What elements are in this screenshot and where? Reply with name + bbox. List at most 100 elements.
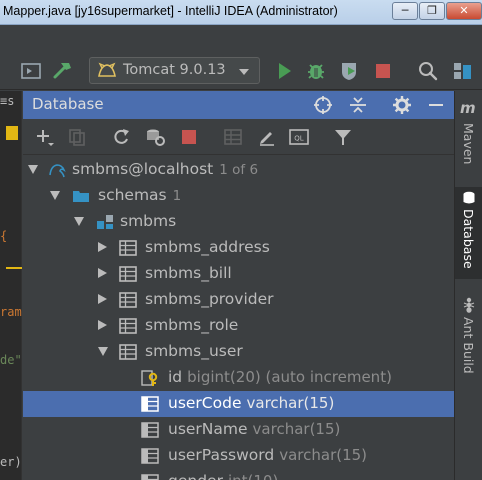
tree-label: smbms_bill — [145, 264, 232, 282]
mysql-datasource-icon — [49, 164, 66, 178]
expand-arrow-icon[interactable] — [98, 320, 107, 330]
side-tab-label: Database — [461, 209, 476, 269]
tab-database[interactable]: Database — [455, 187, 482, 279]
edit-icon[interactable] — [257, 127, 277, 147]
table-icon — [119, 344, 137, 360]
primary-key-column-icon — [141, 370, 158, 386]
code-fragment: { — [0, 229, 8, 243]
debug-icon[interactable] — [305, 60, 327, 82]
table-icon — [119, 318, 137, 334]
run-icon[interactable] — [273, 60, 295, 82]
expand-arrow-icon[interactable] — [98, 242, 107, 252]
tree-node-table[interactable]: smbms_bill — [23, 261, 454, 287]
expand-arrow-icon[interactable] — [28, 165, 38, 174]
tree-label: userCode varchar(15) — [168, 394, 335, 412]
svg-text:QL: QL — [294, 135, 304, 143]
tree-label: smbms_user — [145, 342, 243, 360]
collapse-all-icon[interactable] — [348, 95, 368, 115]
expand-arrow-icon[interactable] — [50, 191, 60, 200]
tree-node-table[interactable]: smbms_address — [23, 235, 454, 261]
run-configuration-label: Tomcat 9.0.13 — [123, 62, 226, 78]
tree-label: smbms_role — [145, 316, 239, 334]
tree-node-column[interactable]: genderint(10) — [23, 469, 454, 480]
tree-node-schemas[interactable]: schemas 1 — [23, 183, 454, 209]
expand-arrow-icon[interactable] — [98, 294, 107, 304]
editor-underline — [6, 267, 22, 269]
table-icon — [119, 292, 137, 308]
code-fragment: de" — [0, 353, 22, 367]
tomcat-icon — [98, 62, 116, 77]
dropdown-arrow-icon — [239, 69, 249, 75]
side-tab-label: Ant Build — [461, 317, 476, 374]
run-configuration-selector[interactable]: Tomcat 9.0.13 — [89, 57, 260, 84]
tree-label: smbms — [120, 212, 177, 230]
tree-label: genderint(10) — [168, 472, 278, 480]
tab-ant-build[interactable]: Ant Build — [455, 295, 482, 385]
expand-arrow-icon[interactable] — [98, 347, 108, 356]
sql-console-icon[interactable]: QL — [289, 127, 309, 147]
database-tool-window: Database QL smbms@localhost 1 of 6 schem… — [23, 91, 454, 480]
duplicate-icon[interactable] — [67, 127, 87, 147]
add-datasource-icon[interactable] — [34, 127, 54, 147]
editor-marker — [6, 126, 18, 140]
coverage-icon[interactable] — [338, 60, 360, 82]
tree-node-column[interactable]: id bigint(20) (auto increment) — [23, 365, 454, 391]
column-icon — [141, 474, 159, 480]
tree-node-column[interactable]: userName varchar(15) — [23, 417, 454, 443]
filter-icon[interactable] — [333, 127, 353, 147]
editor-tab-fragment: ≡s — [0, 94, 15, 108]
select-opened-file-icon[interactable] — [20, 60, 42, 82]
schema-settings-icon[interactable] — [145, 127, 165, 147]
hide-panel-icon[interactable] — [426, 95, 446, 115]
refresh-icon[interactable] — [111, 127, 131, 147]
minimize-button[interactable]: ─ — [392, 2, 418, 20]
database-actions-toolbar: QL — [23, 119, 454, 155]
panel-title: Database — [32, 95, 104, 113]
column-icon — [141, 396, 159, 412]
maximize-button[interactable]: ❐ — [419, 2, 445, 20]
stop-query-icon[interactable] — [179, 127, 199, 147]
close-button[interactable]: ✕ — [446, 2, 482, 20]
tree-label: userPassword varchar(15) — [168, 446, 368, 464]
tree-label: schemas 1 — [98, 186, 182, 204]
tree-node-column[interactable]: userCode varchar(15) — [23, 391, 454, 417]
database-tree: smbms@localhost 1 of 6 schemas 1 smbms s… — [23, 157, 454, 480]
expand-arrow-icon[interactable] — [98, 268, 107, 278]
expand-arrow-icon[interactable] — [74, 217, 84, 226]
side-tab-label: Maven — [461, 123, 476, 165]
code-fragment: er) — [0, 455, 22, 469]
tree-label: smbms_provider — [145, 290, 274, 308]
tree-label: smbms_address — [145, 238, 270, 256]
database-panel-header: Database — [23, 91, 454, 119]
crosshair-icon[interactable] — [313, 95, 333, 115]
code-fragment: ram — [0, 305, 22, 319]
tab-maven[interactable]: m Maven — [455, 97, 482, 177]
table-view-icon[interactable] — [223, 127, 243, 147]
right-tool-stripe: m Maven Database Ant Build — [454, 91, 482, 480]
window-title: Mapper.java [jy16supermarket] - IntelliJ… — [3, 4, 338, 18]
tree-node-schema[interactable]: smbms — [23, 209, 454, 235]
stop-icon[interactable] — [372, 60, 394, 82]
tree-node-table[interactable]: smbms_user — [23, 339, 454, 365]
table-icon — [119, 240, 137, 256]
maven-icon: m — [460, 99, 476, 117]
tree-label: id bigint(20) (auto increment) — [168, 368, 392, 386]
build-hammer-icon[interactable] — [52, 60, 74, 82]
column-icon — [141, 422, 159, 438]
tree-node-table[interactable]: smbms_role — [23, 313, 454, 339]
ant-icon — [463, 297, 475, 313]
tree-label: smbms@localhost 1 of 6 — [72, 160, 259, 178]
editor-gutter: ≡s { ram de" er) — [0, 91, 22, 480]
tree-node-table[interactable]: smbms_provider — [23, 287, 454, 313]
search-icon[interactable] — [417, 60, 439, 82]
schema-icon — [97, 215, 113, 229]
database-icon — [463, 191, 475, 204]
tree-node-column[interactable]: userPassword varchar(15) — [23, 443, 454, 469]
gear-icon[interactable] — [392, 95, 412, 115]
folder-icon — [73, 191, 89, 202]
table-icon — [119, 266, 137, 282]
column-icon — [141, 448, 159, 464]
window-title-bar: Mapper.java [jy16supermarket] - IntelliJ… — [0, 0, 482, 25]
project-structure-icon[interactable] — [451, 60, 473, 82]
tree-node-datasource[interactable]: smbms@localhost 1 of 6 — [23, 157, 454, 183]
